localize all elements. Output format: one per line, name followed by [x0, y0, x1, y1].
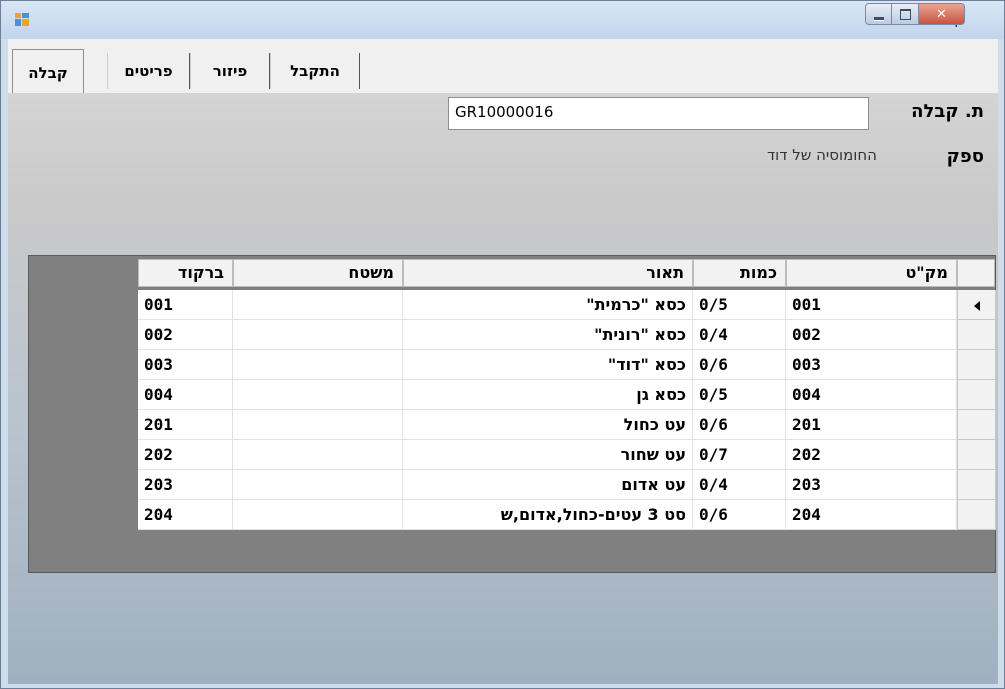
- cell-quantity[interactable]: 0/5: [693, 380, 786, 410]
- app-window-icon: [15, 13, 29, 26]
- column-header-description[interactable]: תאור: [403, 259, 693, 287]
- row-header[interactable]: [957, 500, 996, 530]
- close-icon: ✕: [936, 6, 947, 22]
- tab-strip: קבלה פריטים פיזור התקבל: [8, 39, 998, 95]
- supplier-label: ספק: [946, 146, 984, 167]
- table-row[interactable]: 202 עט שחור 0/7 202: [138, 440, 997, 470]
- cell-pallet[interactable]: [233, 500, 403, 530]
- receipt-panel: ת. קבלה GR10000016 ספק החומוסיה של דוד ב…: [8, 93, 998, 684]
- cell-barcode[interactable]: 202: [138, 440, 233, 470]
- table-row[interactable]: 002 כסא "רונית" 0/4 002: [138, 320, 997, 350]
- current-row-arrow-icon: [974, 301, 980, 311]
- cell-sku[interactable]: 003: [786, 350, 957, 380]
- cell-quantity[interactable]: 0/6: [693, 350, 786, 380]
- table-row[interactable]: 001 כסא "כרמית" 0/5 001: [138, 290, 997, 320]
- receipt-number-label: ת. קבלה: [911, 101, 984, 122]
- close-button[interactable]: ✕: [919, 3, 965, 25]
- cell-quantity[interactable]: 0/6: [693, 500, 786, 530]
- cell-quantity[interactable]: 0/4: [693, 470, 786, 500]
- table-row[interactable]: 204 סט 3 עטים-כחול,אדום,ש 0/6 204: [138, 500, 997, 530]
- cell-sku[interactable]: 004: [786, 380, 957, 410]
- cell-barcode[interactable]: 003: [138, 350, 233, 380]
- receipt-number-input[interactable]: GR10000016: [448, 97, 869, 130]
- table-row[interactable]: 004 כסא גן 0/5 004: [138, 380, 997, 410]
- cell-sku[interactable]: 202: [786, 440, 957, 470]
- minimize-icon: [873, 16, 884, 20]
- row-header[interactable]: [957, 470, 996, 500]
- tab-received[interactable]: התקבל: [270, 53, 360, 89]
- cell-sku[interactable]: 201: [786, 410, 957, 440]
- minimize-button[interactable]: [865, 3, 892, 25]
- cell-barcode[interactable]: 002: [138, 320, 233, 350]
- cell-description[interactable]: עט אדום: [403, 470, 693, 500]
- maximize-button[interactable]: [892, 3, 919, 25]
- row-header[interactable]: [957, 320, 996, 350]
- title-bar[interactable]: קבלת סחורה ✕: [1, 1, 1004, 39]
- cell-sku[interactable]: 204: [786, 500, 957, 530]
- cell-description[interactable]: כסא "רונית": [403, 320, 693, 350]
- cell-barcode[interactable]: 201: [138, 410, 233, 440]
- column-header-barcode[interactable]: ברקוד: [138, 259, 233, 287]
- cell-quantity[interactable]: 0/5: [693, 290, 786, 320]
- cell-pallet[interactable]: [233, 470, 403, 500]
- column-header-pallet[interactable]: משטח: [233, 259, 403, 287]
- cell-pallet[interactable]: [233, 290, 403, 320]
- column-header-corner: [957, 259, 995, 287]
- row-header[interactable]: [957, 440, 996, 470]
- items-grid[interactable]: ברקוד משטח תאור כמות מק"ט 001 כסא "כרמית"…: [28, 255, 996, 573]
- cell-quantity[interactable]: 0/7: [693, 440, 786, 470]
- cell-description[interactable]: כסא "דוד": [403, 350, 693, 380]
- cell-description[interactable]: כסא גן: [403, 380, 693, 410]
- cell-barcode[interactable]: 001: [138, 290, 233, 320]
- row-header[interactable]: [957, 350, 996, 380]
- cell-barcode[interactable]: 203: [138, 470, 233, 500]
- tab-receipt[interactable]: קבלה: [12, 49, 84, 95]
- supplier-value: החומוסיה של דוד: [766, 146, 877, 164]
- app-window: קבלת סחורה ✕ קבלה פריטים פיזור התקבל ת. …: [0, 0, 1005, 689]
- cell-sku[interactable]: 001: [786, 290, 957, 320]
- row-header[interactable]: [957, 290, 996, 320]
- cell-description[interactable]: סט 3 עטים-כחול,אדום,ש: [403, 500, 693, 530]
- cell-pallet[interactable]: [233, 320, 403, 350]
- cell-description[interactable]: כסא "כרמית": [403, 290, 693, 320]
- table-row[interactable]: 201 עט כחול 0/6 201: [138, 410, 997, 440]
- cell-pallet[interactable]: [233, 350, 403, 380]
- table-row[interactable]: 003 כסא "דוד" 0/6 003: [138, 350, 997, 380]
- client-area: קבלה פריטים פיזור התקבל ת. קבלה GR100000…: [8, 39, 998, 684]
- cell-pallet[interactable]: [233, 440, 403, 470]
- cell-barcode[interactable]: 004: [138, 380, 233, 410]
- cell-barcode[interactable]: 204: [138, 500, 233, 530]
- cell-sku[interactable]: 203: [786, 470, 957, 500]
- cell-sku[interactable]: 002: [786, 320, 957, 350]
- tab-items[interactable]: פריטים: [107, 53, 190, 89]
- cell-description[interactable]: עט כחול: [403, 410, 693, 440]
- window-controls: ✕: [865, 3, 993, 27]
- cell-pallet[interactable]: [233, 410, 403, 440]
- cell-quantity[interactable]: 0/6: [693, 410, 786, 440]
- row-header[interactable]: [957, 380, 996, 410]
- cell-quantity[interactable]: 0/4: [693, 320, 786, 350]
- tab-distribution[interactable]: פיזור: [190, 53, 270, 89]
- table-row[interactable]: 203 עט אדום 0/4 203: [138, 470, 997, 500]
- cell-pallet[interactable]: [233, 380, 403, 410]
- cell-description[interactable]: עט שחור: [403, 440, 693, 470]
- row-header[interactable]: [957, 410, 996, 440]
- column-header-sku[interactable]: מק"ט: [786, 259, 957, 287]
- maximize-icon: [899, 8, 911, 20]
- column-header-quantity[interactable]: כמות: [693, 259, 786, 287]
